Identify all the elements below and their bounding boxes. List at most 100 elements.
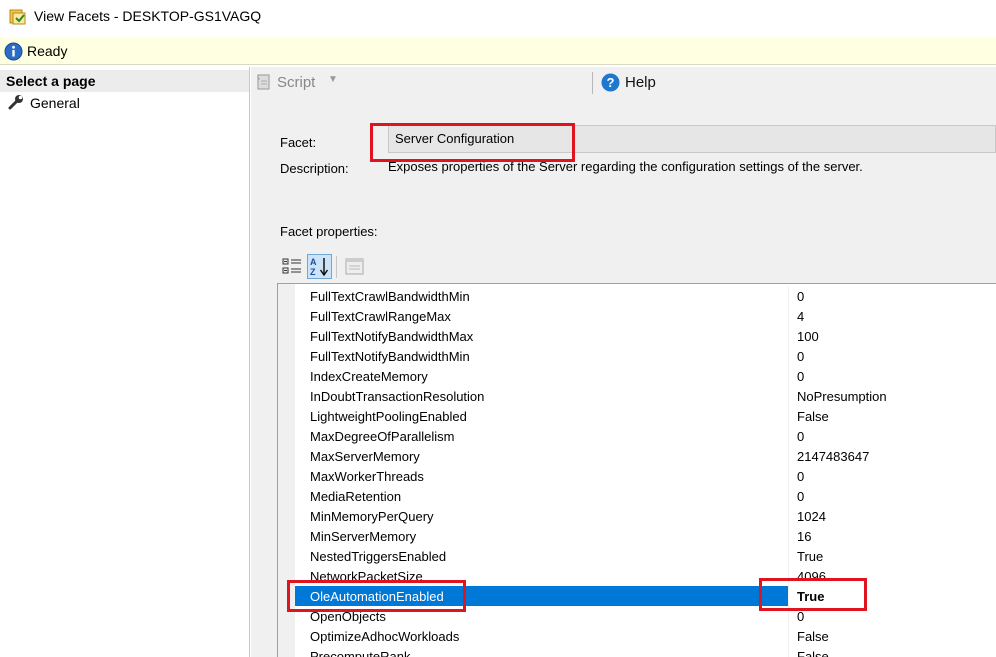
property-grid[interactable]: FullTextCrawlBandwidthMin 0 FullTextCrawlR… (277, 283, 996, 657)
property-name: FullTextNotifyBandwidthMax (310, 329, 474, 344)
script-icon (257, 74, 270, 90)
property-value[interactable]: 0 (797, 289, 804, 304)
svg-text:A: A (310, 257, 317, 267)
column-divider (788, 546, 789, 566)
property-value[interactable]: 0 (797, 489, 804, 504)
property-name: PrecomputeRank (310, 649, 411, 657)
property-value[interactable]: True (797, 589, 824, 604)
property-name: NestedTriggersEnabled (310, 549, 447, 564)
property-name: LightweightPoolingEnabled (310, 409, 467, 424)
property-value[interactable]: 0 (797, 349, 804, 364)
property-name: IndexCreateMemory (310, 369, 428, 384)
property-row[interactable]: FullTextNotifyBandwidthMax 100 (278, 326, 996, 346)
svg-text:Z: Z (310, 267, 316, 277)
description-text: Exposes properties of the Server regardi… (388, 159, 863, 174)
property-value[interactable]: 0 (797, 469, 804, 484)
property-row[interactable]: LightweightPoolingEnabled False (278, 406, 996, 426)
column-divider (788, 626, 789, 646)
facet-dropdown[interactable]: Server Configuration (388, 125, 996, 153)
property-row[interactable]: MinServerMemory 16 (278, 526, 996, 546)
property-row[interactable]: NetworkPacketSize 4096 (278, 566, 996, 586)
column-divider (788, 446, 789, 466)
property-row[interactable]: IndexCreateMemory 0 (278, 366, 996, 386)
title-bar: View Facets - DESKTOP-GS1VAGQ (0, 0, 996, 34)
property-value[interactable]: False (797, 649, 829, 657)
column-divider (788, 286, 789, 306)
property-row[interactable]: MaxServerMemory 2147483647 (278, 446, 996, 466)
property-row[interactable]: PrecomputeRank False (278, 646, 996, 657)
script-label: Script (277, 74, 316, 91)
column-divider (788, 386, 789, 406)
column-divider (788, 486, 789, 506)
property-name: MinMemoryPerQuery (310, 509, 434, 524)
svg-text:?: ? (607, 75, 615, 90)
property-row[interactable]: MinMemoryPerQuery 1024 (278, 506, 996, 526)
column-divider (788, 606, 789, 626)
property-row[interactable]: FullTextCrawlRangeMax 4 (278, 306, 996, 326)
property-name: InDoubtTransactionResolution (310, 389, 485, 404)
column-divider (788, 506, 789, 526)
column-divider (788, 466, 789, 486)
property-value[interactable]: 4096 (797, 569, 826, 584)
info-icon (4, 42, 23, 61)
column-divider (788, 406, 789, 426)
chevron-down-icon[interactable]: ▼ (328, 74, 338, 85)
property-pages-button[interactable] (342, 254, 367, 279)
property-value[interactable]: 0 (797, 369, 804, 384)
property-value[interactable]: False (797, 629, 829, 644)
column-divider (788, 526, 789, 546)
column-divider (788, 646, 789, 657)
property-row[interactable]: FullTextNotifyBandwidthMin 0 (278, 346, 996, 366)
property-grid-toolbar: A Z (280, 254, 380, 280)
column-divider (788, 586, 789, 606)
categorized-icon (282, 258, 301, 274)
property-name: FullTextCrawlBandwidthMin (310, 289, 470, 304)
facet-value: Server Configuration (395, 131, 515, 146)
property-row[interactable]: MaxWorkerThreads 0 (278, 466, 996, 486)
property-value[interactable]: 100 (797, 329, 819, 344)
property-pages-icon (345, 258, 364, 275)
toolbar: Script ▼ ? Help (251, 67, 996, 100)
property-value[interactable]: 4 (797, 309, 804, 324)
property-name: MediaRetention (310, 489, 402, 504)
property-row[interactable]: InDoubtTransactionResolution NoPresumptio… (278, 386, 996, 406)
property-row[interactable]: NestedTriggersEnabled True (278, 546, 996, 566)
help-icon: ? (601, 73, 620, 92)
facet-properties-label: Facet properties: (280, 224, 378, 239)
property-value[interactable]: 0 (797, 429, 804, 444)
property-name: OpenObjects (310, 609, 386, 624)
property-row[interactable]: MediaRetention 0 (278, 486, 996, 506)
select-page-header: Select a page (0, 70, 249, 92)
general-page: Facet: Server Configuration Description:… (251, 100, 996, 657)
property-value[interactable]: 2147483647 (797, 449, 869, 464)
property-row[interactable]: OpenObjects 0 (278, 606, 996, 626)
property-value[interactable]: 0 (797, 609, 804, 624)
help-label: Help (625, 74, 656, 91)
page-item-general[interactable]: General (8, 94, 88, 112)
property-value[interactable]: True (797, 549, 823, 564)
property-name: NetworkPacketSize (310, 569, 423, 584)
column-divider (788, 366, 789, 386)
property-row[interactable]: FullTextCrawlBandwidthMin 0 (278, 286, 996, 306)
column-divider (788, 346, 789, 366)
property-row[interactable]: OptimizeAdhocWorkloads False (278, 626, 996, 646)
wrench-icon (8, 95, 23, 110)
categorized-button[interactable] (280, 254, 305, 279)
facet-label: Facet: (280, 135, 317, 150)
property-name: FullTextNotifyBandwidthMin (310, 349, 470, 364)
property-value[interactable]: NoPresumption (797, 389, 887, 404)
property-name: MaxServerMemory (310, 449, 420, 464)
sort-alphabetical-icon: A Z (310, 257, 329, 277)
select-page-label: Select a page (6, 73, 96, 89)
property-name: FullTextCrawlRangeMax (310, 309, 451, 324)
property-name: OleAutomationEnabled (310, 589, 444, 604)
property-value[interactable]: 16 (797, 529, 811, 544)
page-item-label: General (30, 95, 80, 111)
grid-toolbar-separator (336, 256, 337, 278)
property-value[interactable]: 1024 (797, 509, 826, 524)
alphabetical-button[interactable]: A Z (307, 254, 332, 279)
property-value[interactable]: False (797, 409, 829, 424)
property-name: MaxWorkerThreads (310, 469, 424, 484)
property-row[interactable]: MaxDegreeOfParallelism 0 (278, 426, 996, 446)
property-row[interactable]: OleAutomationEnabled True (278, 586, 996, 606)
